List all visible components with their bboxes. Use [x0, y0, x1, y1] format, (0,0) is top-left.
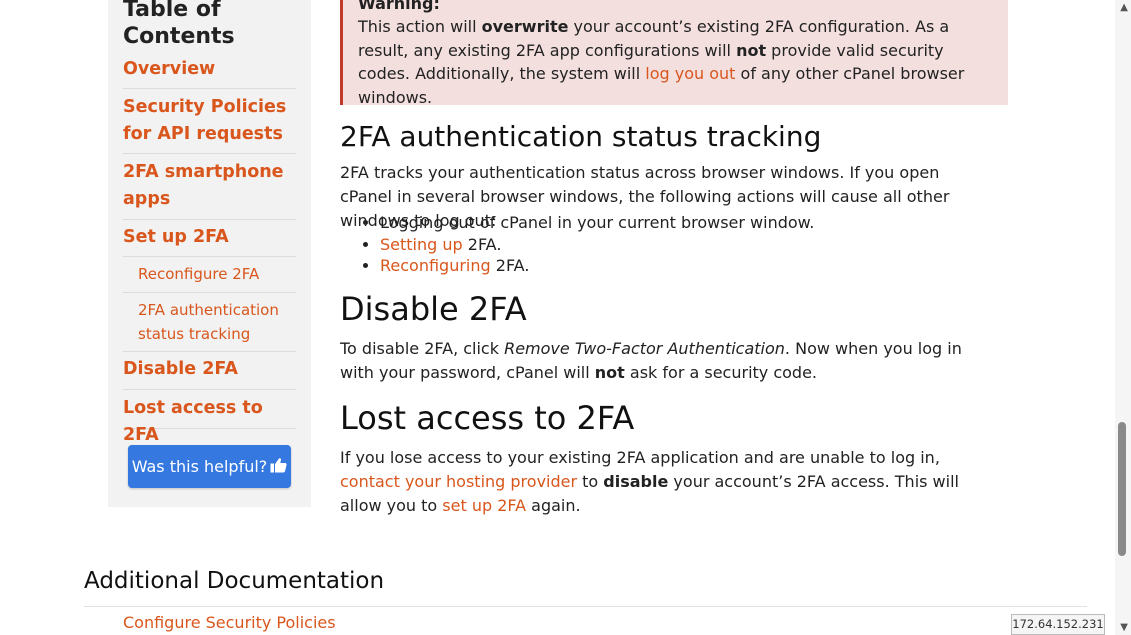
- toc-item-security-policies[interactable]: Security Policies for API requests: [123, 94, 296, 154]
- toc-item-label: Set up 2FA: [123, 227, 229, 247]
- table-of-contents: Table of Contents Overview Security Poli…: [108, 0, 311, 507]
- lost-access-heading: Lost access to 2FA: [340, 399, 635, 437]
- toc-item-label: 2FA smartphone apps: [123, 162, 284, 209]
- toc-item-label: Lost access to 2FA: [123, 398, 263, 445]
- toc-item-label: Security Policies for API requests: [123, 97, 287, 144]
- toc-item-disable-2fa[interactable]: Disable 2FA: [123, 356, 296, 390]
- tracking-heading: 2FA authentication status tracking: [340, 120, 822, 153]
- lost-access-text: If you lose access to your existing 2FA …: [340, 448, 959, 515]
- log-you-out-link[interactable]: log you out: [645, 64, 735, 83]
- scroll-thumb[interactable]: [1118, 422, 1126, 556]
- warning-callout: Warning: This action will overwrite your…: [340, 0, 1008, 107]
- reconfiguring-link[interactable]: Reconfiguring: [380, 256, 491, 275]
- tracking-list: Logging out of cPanel in your current br…: [340, 212, 814, 277]
- toc-item-label: Reconfigure 2FA: [138, 265, 260, 283]
- list-item: Setting up 2FA.: [380, 234, 814, 256]
- thumbs-up-icon: [270, 457, 287, 477]
- disable-text: To disable 2FA, click Remove Two-Factor …: [340, 339, 962, 382]
- toc-title: Table of Contents: [123, 0, 235, 49]
- helpful-label: Was this helpful?: [131, 457, 268, 476]
- list-item: Logging out of cPanel in your current br…: [380, 212, 814, 234]
- set-up-2fa-link[interactable]: set up 2FA: [442, 496, 526, 515]
- toc-item-set-up-2fa[interactable]: Set up 2FA: [123, 224, 296, 257]
- setting-up-link[interactable]: Setting up: [380, 235, 463, 254]
- toc-item-label: 2FA authentication status tracking: [138, 301, 279, 343]
- configure-security-policies-link[interactable]: Configure Security Policies: [123, 613, 336, 632]
- page-scrollbar[interactable]: ▲ ▼: [1115, 0, 1131, 635]
- additional-documentation-heading: Additional Documentation: [84, 568, 385, 594]
- list-item: Reconfiguring 2FA.: [380, 255, 814, 277]
- warning-text: This action will overwrite your account’…: [358, 17, 965, 107]
- ip-address-badge: 172.64.152.231: [1011, 614, 1105, 635]
- was-this-helpful-button[interactable]: Was this helpful?: [128, 445, 291, 488]
- disable-heading: Disable 2FA: [340, 290, 527, 328]
- toc-item-status-tracking[interactable]: 2FA authentication status tracking: [123, 298, 296, 352]
- scroll-up-arrow-icon[interactable]: ▲: [1120, 2, 1128, 13]
- toc-item-lost-access[interactable]: Lost access to 2FA: [123, 395, 296, 445]
- scroll-down-arrow-icon[interactable]: ▼: [1120, 622, 1128, 633]
- toc-item-smartphone-apps[interactable]: 2FA smartphone apps: [123, 159, 296, 220]
- divider: [84, 606, 1087, 607]
- contact-hosting-provider-link[interactable]: contact your hosting provider: [340, 472, 577, 491]
- toc-item-overview[interactable]: Overview: [123, 56, 296, 89]
- toc-item-label: Disable 2FA: [123, 359, 238, 379]
- warning-title: Warning:: [358, 0, 440, 13]
- toc-item-reconfigure-2fa[interactable]: Reconfigure 2FA: [123, 262, 296, 293]
- toc-item-label: Overview: [123, 59, 216, 79]
